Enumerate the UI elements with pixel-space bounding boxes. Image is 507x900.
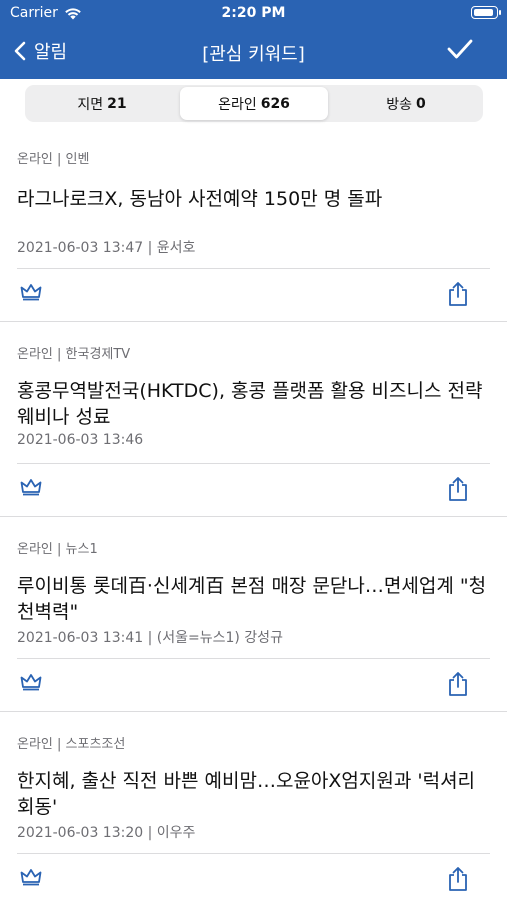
article-item[interactable]: 온라인 | 뉴스1 루이비통 롯데百·신세계百 본점 매장 문닫나…면세업계 "… xyxy=(0,518,507,713)
article-source: 온라인 | 스포츠조선 xyxy=(17,737,126,752)
article-title[interactable]: 라그나로크X, 동남아 사전예약 150만 명 돌파 xyxy=(17,186,487,212)
page-title: [관심 키워드] xyxy=(202,44,305,65)
status-bar: Carrier 2:20 PM xyxy=(0,0,507,28)
article-title[interactable]: 홍콩무역발전국(HKTDC), 홍콩 플랫폼 활용 비즈니스 전략 웨비나 성료 xyxy=(17,378,487,430)
row-separator xyxy=(0,321,507,322)
segment-label: 온라인 xyxy=(218,96,257,113)
segment-label: 방송 xyxy=(386,96,412,113)
divider xyxy=(17,268,490,269)
app-header: Carrier 2:20 PM 알림 [관심 키워드] xyxy=(0,0,507,79)
share-icon xyxy=(449,282,467,306)
article-list: 온라인 | 인벤 라그나로크X, 동남아 사전예약 150만 명 돌파 2021… xyxy=(0,128,507,900)
article-meta: 2021-06-03 13:41 | (서울=뉴스1) 강성규 xyxy=(17,630,283,646)
navigation-bar: 알림 [관심 키워드] xyxy=(0,28,507,79)
segment-count: 21 xyxy=(107,95,127,112)
segment-print[interactable]: 지면 21 xyxy=(28,87,176,120)
media-type-segmented-control: 지면 21 온라인 626 방송 0 xyxy=(25,85,483,122)
battery-icon xyxy=(471,6,501,19)
share-button[interactable] xyxy=(447,671,469,701)
article-title[interactable]: 한지혜, 출산 직전 바쁜 예비맘…오윤아X엄지원과 '럭셔리 회동' xyxy=(17,768,487,820)
segment-count: 0 xyxy=(416,95,426,112)
article-meta: 2021-06-03 13:47 | 윤서호 xyxy=(17,240,196,256)
share-icon xyxy=(449,867,467,891)
share-icon xyxy=(449,477,467,501)
clock: 2:20 PM xyxy=(221,5,286,21)
article-title[interactable]: 루이비통 롯데百·신세계百 본점 매장 문닫나…면세업계 "청천벽력" xyxy=(17,573,487,625)
share-button[interactable] xyxy=(447,476,469,506)
article-item[interactable]: 온라인 | 한국경제TV 홍콩무역발전국(HKTDC), 홍콩 플랫폼 활용 비… xyxy=(0,323,507,518)
share-button[interactable] xyxy=(447,866,469,896)
divider xyxy=(17,463,490,464)
crown-icon xyxy=(20,284,42,301)
article-item[interactable]: 온라인 | 인벤 라그나로크X, 동남아 사전예약 150만 명 돌파 2021… xyxy=(0,128,507,323)
crown-icon xyxy=(20,869,42,886)
segment-label: 지면 xyxy=(77,96,104,113)
crown-button[interactable] xyxy=(20,478,42,500)
confirm-button[interactable] xyxy=(447,38,473,64)
crown-icon xyxy=(20,479,42,496)
row-separator xyxy=(0,711,507,712)
checkmark-icon xyxy=(447,39,473,59)
article-meta: 2021-06-03 13:46 xyxy=(17,432,144,448)
segment-online[interactable]: 온라인 626 xyxy=(180,87,328,120)
share-button[interactable] xyxy=(447,281,469,311)
article-item[interactable]: 온라인 | 스포츠조선 한지혜, 출산 직전 바쁜 예비맘…오윤아X엄지원과 '… xyxy=(0,713,507,900)
segment-broadcast[interactable]: 방송 0 xyxy=(332,87,480,120)
article-meta: 2021-06-03 13:20 | 이우주 xyxy=(17,825,196,841)
crown-button[interactable] xyxy=(20,283,42,305)
divider xyxy=(17,658,490,659)
share-icon xyxy=(449,672,467,696)
divider xyxy=(17,853,490,854)
article-source: 온라인 | 인벤 xyxy=(17,152,90,167)
article-source: 온라인 | 뉴스1 xyxy=(17,542,98,557)
segment-count: 626 xyxy=(260,95,290,112)
article-source: 온라인 | 한국경제TV xyxy=(17,347,131,362)
crown-button[interactable] xyxy=(20,868,42,890)
crown-icon xyxy=(20,674,42,691)
crown-button[interactable] xyxy=(20,673,42,695)
row-separator xyxy=(0,516,507,517)
